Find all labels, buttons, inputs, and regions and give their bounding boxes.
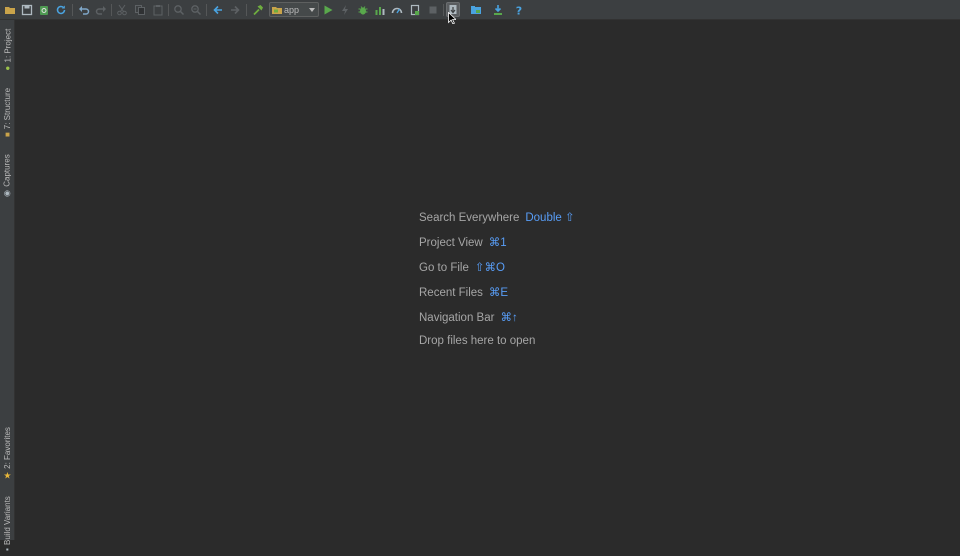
module-folder-icon (272, 6, 282, 14)
build-variants-icon: ▪ (6, 544, 9, 554)
tab-build-variants[interactable]: ▪ Build Variants (0, 490, 15, 556)
attach-process-icon[interactable] (408, 2, 422, 17)
toolbar-separator (111, 4, 112, 16)
stop-icon[interactable] (426, 2, 440, 17)
editor-empty-hints: Search Everywhere Double ⇧ Project View ⌘1… (419, 210, 575, 360)
paste-icon[interactable] (151, 2, 165, 17)
hint-search-everywhere: Search Everywhere Double ⇧ (419, 210, 575, 235)
help-icon[interactable]: ? (512, 2, 526, 17)
tab-favorites[interactable]: ★ 2: Favorites (0, 422, 15, 484)
run-configuration-label: app (284, 4, 300, 15)
replace-icon[interactable] (189, 2, 203, 17)
forward-icon[interactable] (228, 2, 242, 17)
project-structure-icon[interactable] (469, 2, 483, 17)
hint-navigation-bar: Navigation Bar ⌘↑ (419, 310, 575, 335)
chevron-down-icon (309, 7, 315, 12)
hint-shortcut: Double ⇧ (525, 212, 575, 224)
hint-label: Drop files here to open (419, 335, 536, 347)
android-icon: ● (5, 62, 10, 72)
tool-window-strip: ● 1: Project ■ 7: Structure ◉ Captures ★… (0, 20, 15, 553)
toolbar-separator (246, 4, 247, 16)
undo-icon[interactable] (77, 2, 91, 17)
tab-structure-label: 7: Structure (3, 87, 13, 129)
hint-shortcut: ⌘↑ (500, 312, 518, 324)
toolbar-separator (206, 4, 207, 16)
run-configuration-select[interactable]: app (269, 2, 319, 17)
hint-project-view: Project View ⌘1 (419, 235, 575, 260)
redo-icon[interactable] (94, 2, 108, 17)
toolbar-separator (168, 4, 169, 16)
back-icon[interactable] (211, 2, 225, 17)
hint-label: Project View (419, 237, 483, 249)
run-icon[interactable] (321, 2, 335, 17)
avd-manager-icon[interactable] (491, 2, 505, 17)
hint-label: Recent Files (419, 287, 483, 299)
hint-recent-files: Recent Files ⌘E (419, 285, 575, 310)
tab-project-label: 1: Project (3, 28, 13, 62)
hint-label: Go to File (419, 262, 469, 274)
star-icon: ★ (3, 469, 12, 480)
tab-structure[interactable]: ■ 7: Structure (0, 82, 15, 142)
cut-icon[interactable] (115, 2, 129, 17)
tab-captures[interactable]: ◉ Captures (0, 150, 15, 200)
tab-build-variants-label: Build Variants (3, 495, 13, 545)
hint-shortcut: ⌘E (488, 287, 509, 299)
profile-icon[interactable] (373, 2, 387, 17)
find-icon[interactable] (172, 2, 186, 17)
refresh-icon[interactable] (54, 2, 68, 17)
hint-shortcut: ⇧⌘O (474, 262, 505, 274)
tab-captures-label: Captures (3, 153, 13, 187)
save-icon[interactable] (20, 2, 34, 17)
main-toolbar: app ? (0, 0, 960, 20)
tab-favorites-label: 2: Favorites (3, 426, 12, 469)
hint-drop-files: Drop files here to open (419, 335, 575, 360)
hint-go-to-file: Go to File ⇧⌘O (419, 260, 575, 285)
structure-icon: ■ (5, 129, 10, 139)
hint-shortcut: ⌘1 (488, 237, 507, 249)
mouse-cursor-icon (448, 12, 456, 24)
captures-icon: ◉ (4, 188, 11, 198)
toolbar-separator (443, 4, 444, 16)
hint-label: Search Everywhere (419, 212, 520, 224)
build-icon[interactable] (251, 2, 265, 17)
apply-changes-icon[interactable] (338, 2, 352, 17)
copy-icon[interactable] (133, 2, 147, 17)
hint-label: Navigation Bar (419, 312, 495, 324)
attach-debugger-icon[interactable] (390, 2, 404, 17)
sync-icon[interactable] (37, 2, 51, 17)
toolbar-separator (72, 4, 73, 16)
debug-icon[interactable] (356, 2, 370, 17)
open-icon[interactable] (3, 2, 17, 17)
tab-project[interactable]: ● 1: Project (0, 22, 15, 76)
svg-text:?: ? (516, 4, 522, 16)
